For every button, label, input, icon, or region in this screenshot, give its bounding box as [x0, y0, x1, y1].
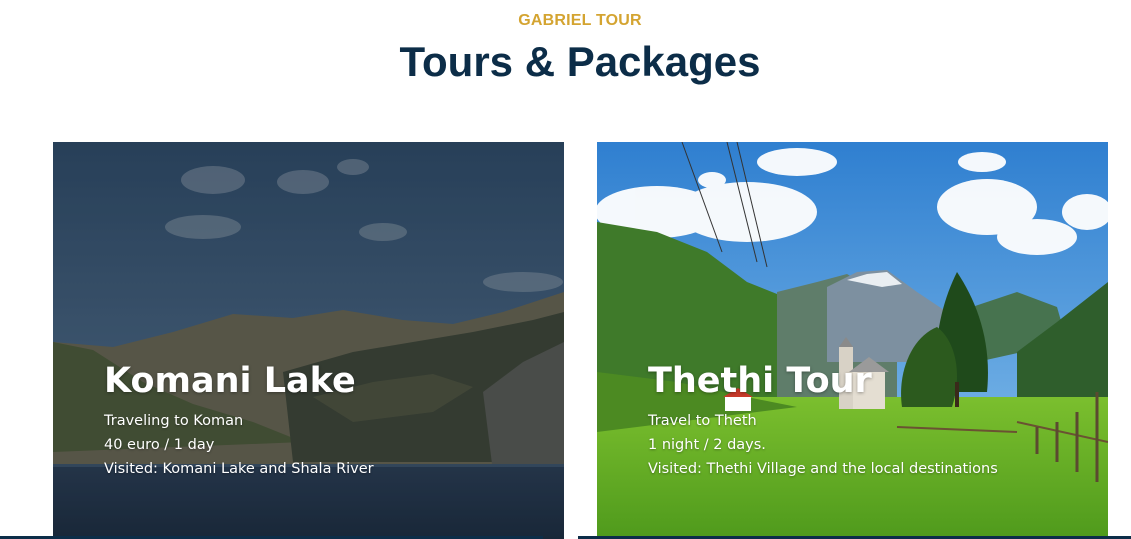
section-title: Tours & Packages — [399, 38, 761, 85]
tour-destination: Traveling to Koman — [104, 413, 244, 429]
tour-card-thethi-tour[interactable]: Thethi Tour Travel to Theth 1 night / 2 … — [597, 142, 1108, 539]
section-eyebrow: GABRIEL TOUR — [518, 12, 642, 29]
tour-destination: Travel to Theth — [648, 413, 757, 429]
tour-name[interactable]: Thethi Tour — [648, 361, 998, 401]
tour-card-komani-lake[interactable]: Komani Lake Traveling to Koman 40 euro /… — [53, 142, 564, 539]
tour-price-duration: 40 euro / 1 day — [104, 437, 215, 453]
tour-visited-places: Visited: Komani Lake and Shala River — [104, 461, 374, 477]
tour-name[interactable]: Komani Lake — [104, 361, 374, 401]
tour-price-duration: 1 night / 2 days. — [648, 437, 766, 453]
tour-visited-places: Visited: Thethi Village and the local de… — [648, 461, 998, 477]
